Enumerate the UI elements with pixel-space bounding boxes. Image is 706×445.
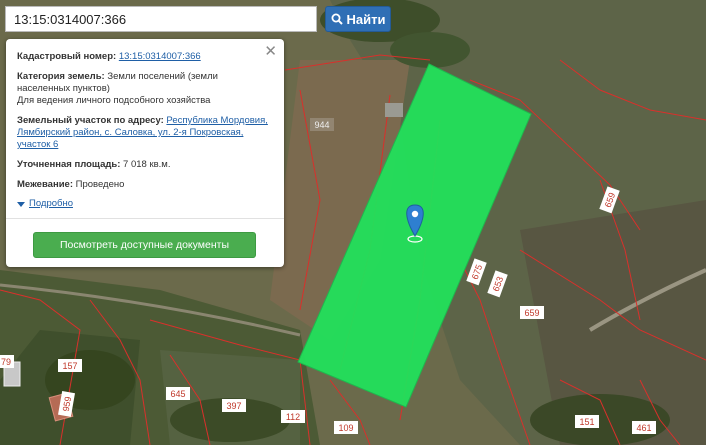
area-row: Уточненная площадь: 7 018 кв.м. <box>17 159 273 171</box>
close-icon[interactable]: ✕ <box>264 44 277 59</box>
svg-text:109: 109 <box>338 423 353 433</box>
triangle-down-icon <box>17 201 25 207</box>
svg-text:461: 461 <box>636 423 651 433</box>
details-toggle[interactable]: Подробно <box>17 198 273 210</box>
land-category-label: Категория земель: <box>17 71 105 82</box>
cadastral-number-row: Кадастровый номер: 13:15:0314007:366 <box>17 51 273 63</box>
map-label: 112 <box>281 410 305 423</box>
svg-text:645: 645 <box>170 389 185 399</box>
map-label: 944 <box>310 118 334 131</box>
view-documents-button[interactable]: Посмотреть доступные документы <box>33 232 256 258</box>
search-button-label: Найти <box>346 11 386 27</box>
survey-row: Межевание: Проведено <box>17 179 273 191</box>
map-label: 109 <box>334 421 358 434</box>
cadastral-number-link[interactable]: 13:15:0314007:366 <box>119 51 201 62</box>
divider <box>6 218 284 219</box>
map-label: 151 <box>575 415 599 428</box>
area-value: 7 018 кв.м. <box>123 159 171 170</box>
address-row: Земельный участок по адресу: Республика … <box>17 115 273 151</box>
cadastral-number-label: Кадастровый номер: <box>17 51 117 62</box>
address-label: Земельный участок по адресу: <box>17 115 164 126</box>
map-label: 645 <box>166 387 190 400</box>
search-icon <box>331 13 343 25</box>
svg-text:112: 112 <box>286 412 300 422</box>
map-label: 79 <box>0 355 14 368</box>
survey-label: Межевание: <box>17 179 73 190</box>
map-label: 157 <box>58 359 82 372</box>
svg-text:157: 157 <box>62 361 77 371</box>
area-label: Уточненная площадь: <box>17 159 121 170</box>
svg-text:79: 79 <box>1 357 11 367</box>
svg-text:397: 397 <box>226 401 241 411</box>
survey-value: Проведено <box>75 179 125 190</box>
svg-text:659: 659 <box>524 308 539 318</box>
search-button[interactable]: Найти <box>325 6 391 32</box>
land-usage-value: Для ведения личного подсобного хозяйства <box>17 95 211 106</box>
map-label: 461 <box>632 421 656 434</box>
svg-text:151: 151 <box>579 417 594 427</box>
svg-text:944: 944 <box>314 120 329 130</box>
parcel-info-popup: ✕ Кадастровый номер: 13:15:0314007:366 К… <box>6 39 284 267</box>
map-label: 659 <box>520 306 544 319</box>
details-link[interactable]: Подробно <box>29 198 73 210</box>
map-label: 397 <box>222 399 246 412</box>
land-category-row: Категория земель: Земли поселений (земли… <box>17 71 273 107</box>
search-input[interactable] <box>5 6 317 32</box>
